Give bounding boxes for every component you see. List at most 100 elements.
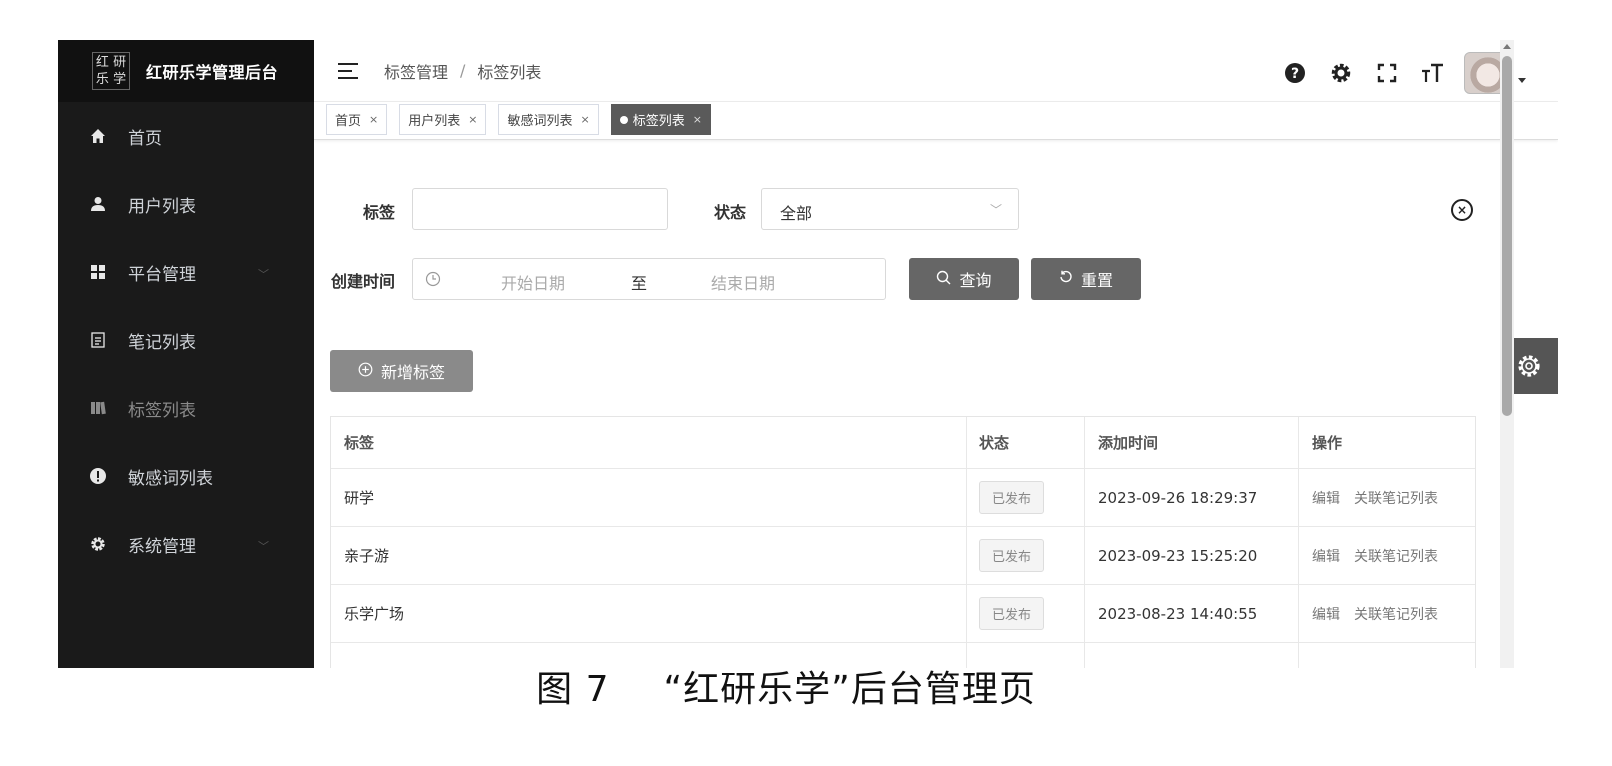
breadcrumb-separator: / bbox=[460, 61, 466, 80]
top-header: 标签管理 / 标签列表 ? bbox=[314, 40, 1558, 102]
app-frame: 红 研 乐 学 红研乐学管理后台 首页 用户列表 平台管理 ﹀ 笔记列表 标签列… bbox=[58, 40, 1558, 668]
sidebar-item-label: 系统管理 bbox=[128, 536, 196, 557]
tab-label: 标签列表 bbox=[632, 114, 685, 129]
sidebar-item-label: 首页 bbox=[128, 128, 162, 149]
end-date-input[interactable]: 结束日期 bbox=[711, 270, 775, 294]
time-cell: 2023-09-26 18:29:37 bbox=[1085, 469, 1299, 526]
user-icon bbox=[88, 194, 108, 214]
svg-text:?: ? bbox=[1291, 66, 1299, 82]
sidebar-item-label: 用户列表 bbox=[128, 196, 196, 217]
status-cell: 已发布 bbox=[967, 527, 1085, 584]
search-icon bbox=[936, 270, 951, 289]
exclamation-icon bbox=[88, 466, 108, 486]
range-separator: 至 bbox=[631, 274, 648, 293]
book-icon bbox=[88, 398, 108, 418]
table-row: 研学 已发布 2023-09-26 18:29:37 编辑 关联笔记列表 bbox=[331, 469, 1475, 527]
sidebar-item-platform[interactable]: 平台管理 ﹀ bbox=[58, 238, 314, 306]
tab-label: 用户列表 bbox=[408, 114, 461, 129]
settings-icon[interactable] bbox=[1328, 60, 1354, 86]
chevron-down-icon: ﹀ bbox=[258, 540, 269, 553]
tab-home[interactable]: 首页 × bbox=[326, 104, 388, 135]
sidebar-item-users[interactable]: 用户列表 bbox=[58, 170, 314, 238]
fullscreen-icon[interactable] bbox=[1374, 60, 1400, 86]
tags-view-bar: 首页 × 用户列表 × 敏感词列表 × 标签列表 × bbox=[314, 102, 1558, 140]
home-icon bbox=[88, 126, 108, 146]
tag-cell: 亲子游 bbox=[331, 527, 967, 584]
start-date-input[interactable]: 开始日期 bbox=[501, 270, 565, 294]
figure-number: 图 7 bbox=[536, 669, 610, 710]
document-icon bbox=[88, 330, 108, 350]
scroll-up-icon[interactable] bbox=[1503, 44, 1511, 49]
related-notes-link[interactable]: 关联笔记列表 bbox=[1354, 604, 1438, 624]
status-badge: 已发布 bbox=[979, 539, 1045, 572]
sidebar-item-notes[interactable]: 笔记列表 bbox=[58, 306, 314, 374]
close-circle-icon[interactable]: × bbox=[1451, 199, 1473, 221]
logo-char: 红 bbox=[95, 55, 109, 70]
scrollbar-thumb[interactable] bbox=[1502, 56, 1512, 416]
tab-label: 敏感词列表 bbox=[507, 114, 573, 129]
actions-cell: 编辑 关联笔记列表 bbox=[1299, 469, 1475, 526]
sidebar-item-sensitive-words[interactable]: 敏感词列表 bbox=[58, 442, 314, 510]
time-cell: 2023-08-23 14:40:55 bbox=[1085, 585, 1299, 642]
status-cell: 已发布 bbox=[967, 469, 1085, 526]
add-tag-button[interactable]: 新增标签 bbox=[330, 350, 473, 392]
breadcrumb-item: 标签列表 bbox=[477, 62, 542, 82]
close-icon[interactable]: × bbox=[580, 113, 589, 126]
breadcrumb: 标签管理 / 标签列表 bbox=[384, 59, 541, 83]
date-range-picker[interactable]: 开始日期 至 结束日期 bbox=[412, 258, 886, 300]
column-header: 状态 bbox=[967, 417, 1085, 468]
tag-cell: 研学 bbox=[331, 469, 967, 526]
reset-button[interactable]: 重置 bbox=[1031, 258, 1141, 300]
status-select[interactable]: 全部 ﹀ bbox=[761, 188, 1019, 230]
tag-input[interactable] bbox=[412, 188, 668, 230]
edit-link[interactable]: 编辑 bbox=[1312, 488, 1340, 508]
grid-icon bbox=[88, 262, 108, 282]
table-row: 亲子游 已发布 2023-09-23 15:25:20 编辑 关联笔记列表 bbox=[331, 527, 1475, 585]
font-size-icon[interactable] bbox=[1420, 60, 1446, 86]
created-time-label: 创建时间 bbox=[331, 272, 396, 291]
status-label: 状态 bbox=[714, 203, 747, 222]
tab-sensitive-words[interactable]: 敏感词列表 × bbox=[498, 104, 599, 135]
page-scrollbar[interactable] bbox=[1500, 40, 1514, 668]
tab-tags[interactable]: 标签列表 × bbox=[610, 104, 711, 135]
sidebar-item-label: 标签列表 bbox=[128, 400, 196, 421]
sidebar: 红 研 乐 学 红研乐学管理后台 首页 用户列表 平台管理 ﹀ 笔记列表 标签列… bbox=[58, 40, 314, 668]
chevron-down-icon[interactable] bbox=[1518, 77, 1526, 83]
close-icon[interactable]: × bbox=[693, 113, 702, 126]
status-cell: 已发布 bbox=[967, 585, 1085, 642]
tab-label: 首页 bbox=[335, 114, 362, 129]
logo-char: 学 bbox=[113, 72, 127, 87]
close-icon[interactable]: × bbox=[468, 113, 477, 126]
actions-cell: 编辑 关联笔记列表 bbox=[1299, 585, 1475, 642]
add-tag-button-label: 新增标签 bbox=[380, 363, 445, 382]
edit-link[interactable]: 编辑 bbox=[1312, 604, 1340, 624]
logo-area[interactable]: 红 研 乐 学 红研乐学管理后台 bbox=[58, 40, 314, 102]
reset-button-label: 重置 bbox=[1080, 271, 1113, 290]
tab-users[interactable]: 用户列表 × bbox=[399, 104, 487, 135]
sidebar-item-home[interactable]: 首页 bbox=[58, 102, 314, 170]
chevron-down-icon: ﹀ bbox=[258, 268, 269, 281]
clock-icon bbox=[425, 271, 441, 291]
plus-circle-icon bbox=[358, 362, 373, 381]
sidebar-item-label: 平台管理 bbox=[128, 264, 196, 285]
query-button[interactable]: 查询 bbox=[909, 258, 1019, 300]
column-header: 添加时间 bbox=[1085, 417, 1299, 468]
logo-char: 研 bbox=[113, 55, 127, 70]
actions-cell: 编辑 关联笔记列表 bbox=[1299, 527, 1475, 584]
table-header-row: 标签 状态 添加时间 操作 bbox=[331, 417, 1475, 469]
menu-toggle-icon[interactable] bbox=[338, 62, 360, 80]
sidebar-item-system[interactable]: 系统管理 ﹀ bbox=[58, 510, 314, 578]
close-icon[interactable]: × bbox=[369, 113, 378, 126]
related-notes-link[interactable]: 关联笔记列表 bbox=[1354, 488, 1438, 508]
sidebar-item-tags[interactable]: 标签列表 bbox=[58, 374, 314, 442]
tag-label: 标签 bbox=[363, 203, 396, 222]
sidebar-item-label: 敏感词列表 bbox=[128, 468, 213, 489]
edit-link[interactable]: 编辑 bbox=[1312, 546, 1340, 566]
breadcrumb-item[interactable]: 标签管理 bbox=[384, 59, 448, 83]
header-tools: ? bbox=[1262, 52, 1526, 94]
help-icon[interactable]: ? bbox=[1282, 60, 1308, 86]
related-notes-link[interactable]: 关联笔记列表 bbox=[1354, 546, 1438, 566]
status-badge: 已发布 bbox=[979, 481, 1045, 514]
sidebar-item-label: 笔记列表 bbox=[128, 332, 196, 353]
figure-title: “红研乐学”后台管理页 bbox=[663, 669, 1036, 710]
